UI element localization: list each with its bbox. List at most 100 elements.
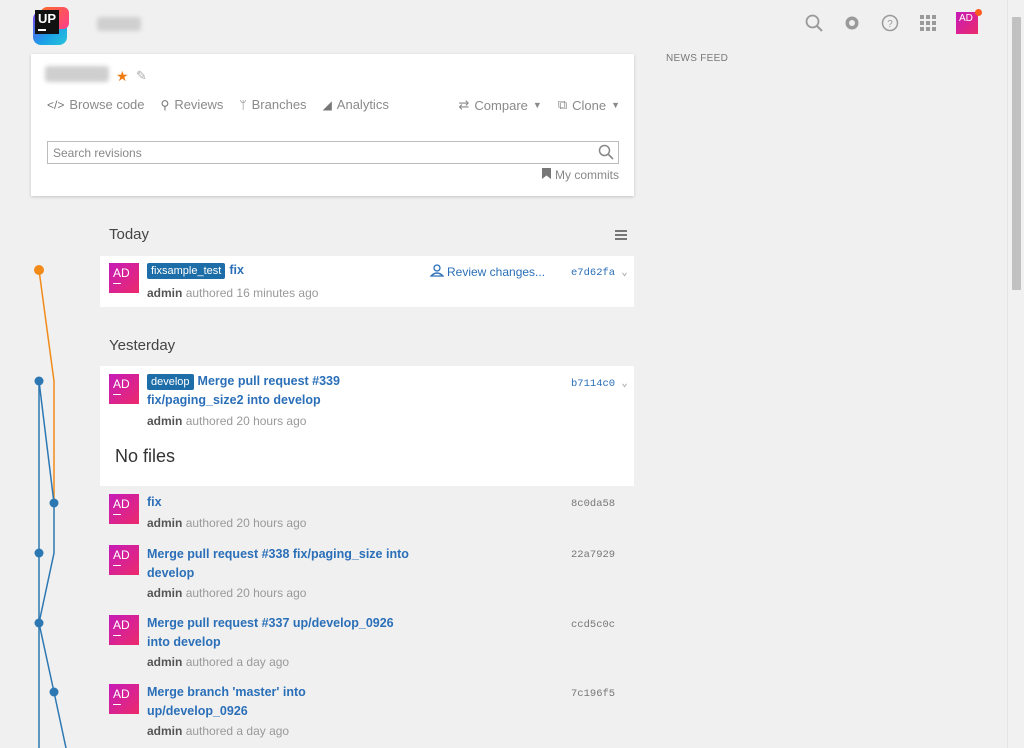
graph-node[interactable] (34, 618, 44, 628)
nav-label: Reviews (174, 97, 224, 112)
graph-node[interactable] (34, 548, 44, 558)
nav-label: Analytics (336, 97, 389, 112)
menu-icon[interactable] (615, 230, 627, 242)
star-icon[interactable]: ★ (116, 68, 129, 85)
commit-message[interactable]: Merge pull request #338 fix/paging_size … (147, 545, 417, 583)
commit-message[interactable]: Merge pull request #337 up/develop_0926 … (147, 614, 417, 652)
avatar: AD (109, 684, 139, 714)
commit-author[interactable]: admin (147, 655, 182, 669)
my-commits-filter[interactable]: My commits (542, 168, 619, 182)
bookmark-icon (542, 168, 551, 182)
avatar-initials: AD (959, 13, 973, 24)
commit-time: authored 20 hours ago (185, 516, 307, 530)
page-scrollbar[interactable] (1007, 0, 1024, 748)
graph-node[interactable] (34, 265, 44, 275)
project-header-card: ★ ✎ </> Browse code ⚲ Reviews ᛘ Branches ◢ A… (31, 54, 634, 196)
svg-text:?: ? (887, 19, 893, 30)
commit-meta: admin authored 16 minutes ago (147, 286, 318, 300)
review-icon: ⚲ (160, 97, 170, 112)
commit-row[interactable]: AD Merge pull request #338 fix/paging_si… (100, 543, 634, 611)
avatar: AD (109, 545, 139, 575)
analytics-icon: ◢ (322, 97, 332, 112)
commit-time: authored a day ago (185, 655, 290, 669)
clone-dropdown[interactable]: ⧉ Clone ▼ (558, 97, 620, 113)
avatar: AD (109, 263, 139, 293)
commit-card-expanded[interactable]: AD develop Merge pull request #339 fix/pa… (100, 366, 634, 486)
gear-icon[interactable] (842, 13, 862, 33)
commit-author[interactable]: admin (147, 724, 182, 738)
commit-author[interactable]: admin (147, 414, 182, 428)
commit-time: authored 16 minutes ago (185, 286, 319, 300)
commit-author[interactable]: admin (147, 516, 182, 530)
commit-title: fixsample_test fix (147, 261, 417, 280)
hash-text: b7114c0 (571, 378, 616, 390)
commit-hash[interactable]: e7d62fa ⌄ (571, 266, 628, 279)
graph-node[interactable] (49, 498, 59, 508)
commit-hash[interactable]: b7114c0 ⌄ (571, 377, 628, 390)
graph-node[interactable] (34, 376, 44, 386)
apps-grid-icon[interactable] (918, 13, 938, 33)
graph-node[interactable] (49, 687, 59, 697)
commit-row[interactable]: AD Merge branch 'master' into up/develop… (100, 682, 634, 744)
commit-meta: admin authored 20 hours ago (147, 414, 306, 428)
commit-message[interactable]: fix (147, 493, 417, 512)
search-icon[interactable] (598, 144, 614, 163)
commit-hash[interactable]: 7c196f5 (571, 688, 615, 700)
commit-row[interactable]: AD Merge pull request #337 up/develop_09… (100, 613, 634, 681)
search-input[interactable] (48, 142, 578, 163)
commit-title: develop Merge pull request #339 fix/pagin… (147, 372, 377, 410)
search-icon[interactable] (804, 13, 824, 33)
help-icon[interactable]: ? (880, 13, 900, 33)
nav-label: Compare (474, 97, 528, 113)
chevron-down-icon: ⌄ (621, 378, 628, 390)
search-revisions (47, 141, 619, 164)
commit-hash[interactable]: ccd5c0c (571, 619, 615, 631)
commit-hash[interactable]: 8c0da58 (571, 498, 615, 510)
commit-author[interactable]: admin (147, 286, 182, 300)
user-avatar[interactable]: AD (956, 9, 982, 34)
commit-time: authored 20 hours ago (185, 586, 307, 600)
scrollbar-thumb[interactable] (1012, 17, 1021, 290)
review-icon (429, 264, 445, 280)
nav-analytics[interactable]: ◢ Analytics (323, 97, 389, 112)
commit-row[interactable]: AD fix admin authored 20 hours ago 8c0da… (100, 492, 634, 542)
commit-card[interactable]: AD fixsample_test fix admin authored 16 m… (100, 256, 634, 307)
my-commits-label: My commits (555, 168, 619, 182)
commit-time: authored a day ago (185, 724, 290, 738)
commit-hash[interactable]: 22a7929 (571, 549, 615, 561)
commit-message[interactable]: fix (229, 263, 244, 277)
review-changes-link[interactable]: Review changes... (429, 264, 545, 280)
commit-graph (34, 265, 67, 748)
avatar: AD (109, 374, 139, 404)
top-toolbar: ? AD (804, 9, 982, 34)
commit-meta: admin authored 20 hours ago (147, 516, 306, 530)
commit-author[interactable]: admin (147, 586, 182, 600)
commit-meta: admin authored a day ago (147, 655, 289, 669)
news-feed-title: NEWS FEED (666, 53, 729, 64)
branch-badge[interactable]: fixsample_test (147, 263, 226, 279)
avatar-initials: AD (113, 377, 130, 391)
nav-label: Branches (251, 97, 307, 112)
pencil-icon[interactable]: ✎ (136, 68, 147, 84)
commit-message[interactable]: Merge branch 'master' into up/develop_09… (147, 683, 347, 721)
nav-branches[interactable]: ᛘ Branches (239, 97, 306, 112)
branch-badge[interactable]: develop (147, 374, 194, 390)
compare-icon: ⇄ (458, 97, 470, 112)
clone-icon: ⧉ (557, 97, 568, 112)
avatar-initials: AD (113, 687, 130, 701)
section-yesterday: Yesterday (109, 337, 176, 354)
avatar-initials: AD (113, 548, 130, 562)
no-files-message: No files (115, 446, 176, 466)
avatar-initials: AD (113, 618, 130, 632)
branch-icon: ᛘ (239, 97, 247, 112)
project-name-blurred[interactable] (97, 17, 141, 31)
avatar: AD (109, 615, 139, 645)
avatar-initials: AD (113, 266, 130, 280)
commit-meta: admin authored a day ago (147, 724, 289, 738)
project-nav-right: ⇄ Compare ▼ ⧉ Clone ▼ (459, 97, 620, 113)
avatar-initials: AD (113, 497, 130, 511)
nav-reviews[interactable]: ⚲ Reviews (161, 97, 224, 112)
notification-dot (975, 9, 982, 16)
section-today: Today (109, 226, 150, 243)
compare-dropdown[interactable]: ⇄ Compare ▼ (459, 97, 542, 113)
